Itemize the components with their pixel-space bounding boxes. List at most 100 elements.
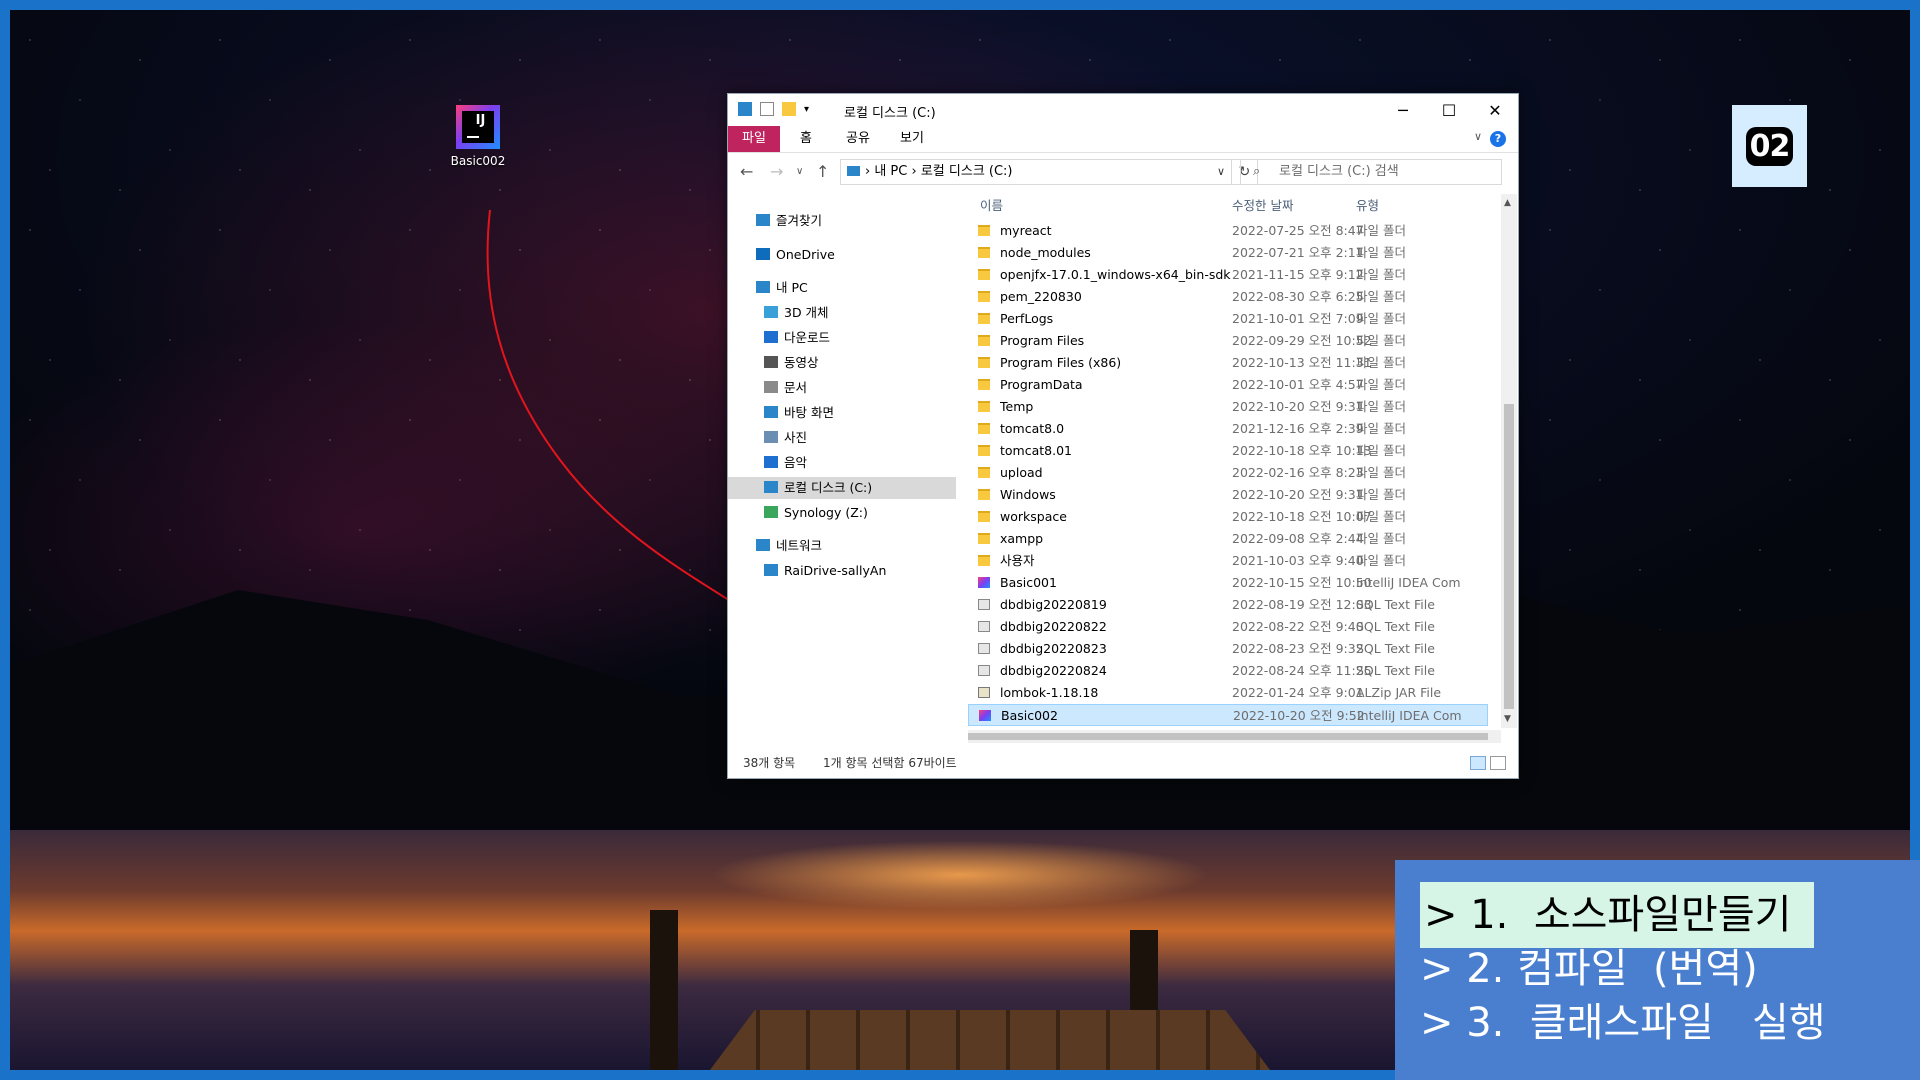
- file-row[interactable]: dbdbig20220823 2022-08-23 오전 9:32 SQL Text…: [968, 638, 1488, 660]
- file-date: 2022-10-15 오전 10:50: [1232, 575, 1372, 590]
- folder-icon: [978, 291, 990, 302]
- navigation-pane: 즐겨찾기 OneDrive 내 PC 3D 개체다운로드동영상문서바탕 화면사진음악로…: [728, 194, 958, 694]
- file-row[interactable]: 사용자 2021-10-03 오후 9:40 파일 폴더: [968, 550, 1488, 572]
- sidebar-item[interactable]: 사진: [764, 427, 807, 449]
- file-name: Temp: [1000, 399, 1034, 414]
- network-drive-icon: [764, 506, 778, 518]
- customize-toolbar-icon[interactable]: ▾: [804, 104, 809, 115]
- column-header-name[interactable]: 이름: [980, 194, 1003, 218]
- column-header-type[interactable]: 유형: [1356, 194, 1379, 218]
- file-row[interactable]: lombok-1.18.18 2022-01-24 오후 9:01 ALZip JA…: [968, 682, 1488, 704]
- vertical-scrollbar[interactable]: ▲ ▼: [1501, 194, 1517, 728]
- file-type: 파일 폴더: [1356, 245, 1406, 260]
- sidebar-item[interactable]: OneDrive: [756, 244, 835, 266]
- sidebar-item[interactable]: 다운로드: [764, 327, 830, 349]
- file-row[interactable]: tomcat8.0 2021-12-16 오후 2:39 파일 폴더: [968, 418, 1488, 440]
- file-date: 2022-10-20 오전 9:31: [1232, 399, 1364, 414]
- recent-locations-chevron-icon[interactable]: ∨: [796, 166, 803, 177]
- maximize-button[interactable]: ☐: [1426, 94, 1472, 126]
- steps-panel: > 1. 소스파일만들기 > 2. 컴파일 (번역) > 3. 클래스파일 실행: [1395, 860, 1920, 1080]
- file-row[interactable]: Program Files 2022-09-29 오전 10:52 파일 폴더: [968, 330, 1488, 352]
- breadcrumb-separator: ›: [911, 164, 921, 179]
- pc-icon: [756, 281, 770, 293]
- desktop-icon: [764, 406, 778, 418]
- sidebar-item-label: 문서: [784, 380, 808, 395]
- sidebar-item[interactable]: 바탕 화면: [764, 402, 834, 424]
- column-header-date[interactable]: 수정한 날짜: [1232, 194, 1293, 218]
- file-row[interactable]: ProgramData 2022-10-01 오후 4:57 파일 폴더: [968, 374, 1488, 396]
- sql-file-icon: [978, 621, 990, 632]
- raidrive-icon: [764, 564, 778, 576]
- large-icons-view-icon[interactable]: [1490, 756, 1506, 770]
- up-arrow-icon[interactable]: ↑: [816, 162, 829, 181]
- sidebar-item[interactable]: 3D 개체: [764, 302, 829, 324]
- file-name: ProgramData: [1000, 377, 1083, 392]
- scroll-down-icon[interactable]: ▼: [1504, 714, 1511, 724]
- file-type: 파일 폴더: [1356, 399, 1406, 414]
- file-row[interactable]: Basic002 2022-10-20 오전 9:52 IntelliJ IDEA …: [968, 704, 1488, 726]
- file-row[interactable]: dbdbig20220822 2022-08-22 오전 9:40 SQL Text…: [968, 616, 1488, 638]
- file-row[interactable]: Program Files (x86) 2022-10-13 오전 11:31 파일…: [968, 352, 1488, 374]
- sidebar-item[interactable]: 음악: [764, 452, 807, 474]
- sidebar-item[interactable]: 즐겨찾기: [756, 210, 822, 232]
- folder-icon: [978, 489, 990, 500]
- file-row[interactable]: PerfLogs 2021-10-01 오전 7:09 파일 폴더: [968, 308, 1488, 330]
- file-row[interactable]: Temp 2022-10-20 오전 9:31 파일 폴더: [968, 396, 1488, 418]
- sidebar-item[interactable]: 로컬 디스크 (C:): [728, 477, 956, 499]
- address-bar[interactable]: › 내 PC › 로컬 디스크 (C:) ∨: [840, 159, 1232, 185]
- file-row[interactable]: upload 2022-02-16 오후 8:23 파일 폴더: [968, 462, 1488, 484]
- file-name: Windows: [1000, 487, 1056, 502]
- file-type: 파일 폴더: [1356, 223, 1406, 238]
- file-row[interactable]: dbdbig20220824 2022-08-24 오후 11:25 SQL Tex…: [968, 660, 1488, 682]
- new-folder-icon[interactable]: [782, 102, 796, 116]
- file-name: myreact: [1000, 223, 1052, 238]
- breadcrumb-local-disk[interactable]: 로컬 디스크 (C:): [921, 164, 1013, 179]
- sidebar-item[interactable]: 네트워크: [756, 535, 822, 557]
- file-type: 파일 폴더: [1356, 267, 1406, 282]
- sidebar-item[interactable]: Synology (Z:): [764, 502, 868, 524]
- properties-icon[interactable]: [760, 102, 774, 116]
- horizontal-scrollbar[interactable]: [968, 730, 1501, 743]
- file-date: 2022-01-24 오후 9:01: [1232, 685, 1364, 700]
- file-row[interactable]: Windows 2022-10-20 오전 9:31 파일 폴더: [968, 484, 1488, 506]
- tab-share[interactable]: 공유: [832, 126, 884, 152]
- tab-file[interactable]: 파일: [728, 126, 780, 152]
- minimize-button[interactable]: ─: [1380, 94, 1426, 126]
- file-row[interactable]: openjfx-17.0.1_windows-x64_bin-sdk 2021-1…: [968, 264, 1488, 286]
- scrollbar-thumb[interactable]: [968, 733, 1488, 740]
- folder-icon: [978, 225, 990, 236]
- file-row[interactable]: Basic001 2022-10-15 오전 10:50 IntelliJ IDEA…: [968, 572, 1488, 594]
- file-type: 파일 폴더: [1356, 333, 1406, 348]
- sidebar-item[interactable]: 동영상: [764, 352, 819, 374]
- file-row[interactable]: workspace 2022-10-18 오전 10:07 파일 폴더: [968, 506, 1488, 528]
- sidebar-item[interactable]: 문서: [764, 377, 807, 399]
- file-row[interactable]: pem_220830 2022-08-30 오후 6:25 파일 폴더: [968, 286, 1488, 308]
- file-row[interactable]: xampp 2022-09-08 오후 2:44 파일 폴더: [968, 528, 1488, 550]
- video-icon: [764, 356, 778, 368]
- file-row[interactable]: dbdbig20220819 2022-08-19 오전 12:03 SQL Tex…: [968, 594, 1488, 616]
- breadcrumb-this-pc[interactable]: 내 PC: [874, 164, 907, 179]
- sidebar-item[interactable]: RaiDrive-sallyAn: [764, 560, 886, 582]
- file-name: Program Files (x86): [1000, 355, 1122, 370]
- back-arrow-icon[interactable]: ←: [740, 162, 753, 181]
- tab-view[interactable]: 보기: [886, 126, 938, 152]
- tab-home[interactable]: 홈: [786, 126, 826, 152]
- close-button[interactable]: ✕: [1472, 94, 1518, 126]
- help-icon[interactable]: ?: [1490, 131, 1506, 147]
- file-name: Program Files: [1000, 333, 1085, 348]
- forward-arrow-icon[interactable]: →: [770, 162, 783, 181]
- scrollbar-thumb[interactable]: [1504, 404, 1514, 709]
- address-dropdown-icon[interactable]: ∨: [1217, 160, 1225, 184]
- file-row[interactable]: node_modules 2022-07-21 오후 2:11 파일 폴더: [968, 242, 1488, 264]
- search-input[interactable]: ⌕ 로컬 디스크 (C:) 검색: [1240, 159, 1502, 185]
- scroll-up-icon[interactable]: ▲: [1504, 198, 1511, 208]
- expand-ribbon-chevron-icon[interactable]: ∨: [1474, 130, 1482, 143]
- details-view-icon[interactable]: [1470, 756, 1486, 770]
- folder-icon: [978, 555, 990, 566]
- file-date: 2022-10-01 오후 4:57: [1232, 377, 1364, 392]
- file-row[interactable]: myreact 2022-07-25 오전 8:47 파일 폴더: [968, 220, 1488, 242]
- file-type: 파일 폴더: [1356, 465, 1406, 480]
- step-3: > 3. 클래스파일 실행: [1420, 1000, 1826, 1046]
- sidebar-item[interactable]: 내 PC: [756, 277, 808, 299]
- file-row[interactable]: tomcat8.01 2022-10-18 오후 10:13 파일 폴더: [968, 440, 1488, 462]
